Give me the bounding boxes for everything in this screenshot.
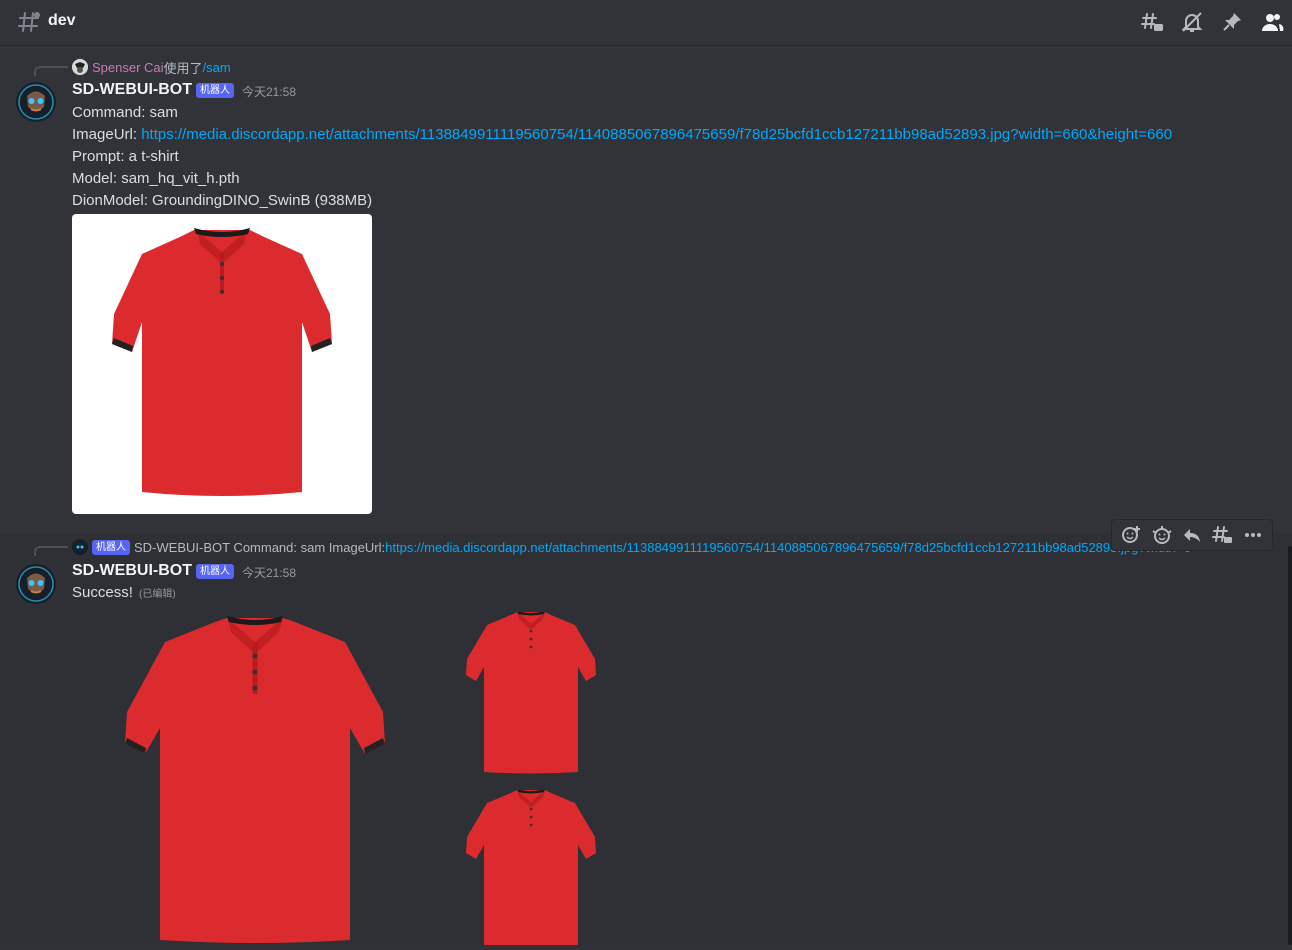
username[interactable]: SD-WEBUI-BOT xyxy=(72,81,192,99)
reply-bot-tag: 机器人 xyxy=(92,539,130,555)
channel-name: dev xyxy=(48,12,76,29)
reply-icon[interactable] xyxy=(1179,522,1205,548)
reply-used-label: 使用了 xyxy=(163,60,203,76)
author-line: SD-WEBUI-BOT 机器人 今天21:58 xyxy=(72,79,296,101)
reply-username[interactable]: Spenser Cai xyxy=(92,60,164,75)
content-imageurl: ImageUrl: https://media.discordapp.net/a… xyxy=(72,124,1172,146)
bot-tag: 机器人 xyxy=(195,563,234,579)
bot-tag: 机器人 xyxy=(195,82,234,98)
bot-avatar[interactable] xyxy=(16,82,56,122)
imageurl-label: ImageUrl: xyxy=(72,126,142,143)
content-model: Model: sam_hq_vit_h.pth xyxy=(72,170,240,187)
result-image-small-2[interactable] xyxy=(464,790,598,945)
content-success: Success! (已编辑) xyxy=(72,582,176,606)
add-reaction-icon[interactable] xyxy=(1118,522,1144,548)
reply-user-avatar xyxy=(72,59,88,75)
imageurl-link[interactable]: https://media.discordapp.net/attachments… xyxy=(141,126,1172,143)
content-prompt: Prompt: a t-shirt xyxy=(72,148,179,165)
edited-label: (已编辑) xyxy=(139,589,176,600)
result-image-small-1[interactable] xyxy=(464,612,598,774)
content-command: Command: sam xyxy=(72,104,178,121)
message-1: Spenser Cai 使用了 /sam SD-WEBUI-BOT 机器人 今天… xyxy=(0,46,1292,534)
timestamp[interactable]: 今天21:58 xyxy=(242,83,296,100)
reply-command[interactable]: /sam xyxy=(203,60,231,75)
success-text: Success! xyxy=(72,584,133,601)
channel-header: dev xyxy=(0,0,1292,46)
reply-connector xyxy=(34,66,68,76)
notifications-muted-icon[interactable] xyxy=(1180,10,1204,34)
reply-bot-avatar xyxy=(72,539,88,555)
pin-icon[interactable] xyxy=(1220,10,1244,34)
reply-preview[interactable]: 机器人 SD-WEBUI-BOT Command: sam ImageUrl: … xyxy=(72,538,1222,556)
author-line: SD-WEBUI-BOT 机器人 今天21:58 xyxy=(72,560,296,582)
super-reaction-icon[interactable] xyxy=(1149,522,1175,548)
member-list-icon[interactable] xyxy=(1260,10,1284,34)
reply-text: SD-WEBUI-BOT Command: sam ImageUrl: xyxy=(134,539,386,555)
reply-preview[interactable]: Spenser Cai 使用了 /sam xyxy=(72,58,231,76)
scrollbar[interactable] xyxy=(1288,46,1292,945)
reply-link[interactable]: https://media.discordapp.net/attachments… xyxy=(385,540,1191,555)
threads-icon[interactable] xyxy=(1140,10,1164,34)
reply-connector xyxy=(34,546,68,556)
more-icon[interactable] xyxy=(1240,522,1266,548)
content-dion-model: DionModel: GroundingDINO_SwinB (938MB) xyxy=(72,192,373,209)
create-thread-icon[interactable] xyxy=(1209,522,1235,548)
message-actions-toolbar xyxy=(1111,519,1273,551)
result-image-large[interactable] xyxy=(120,616,390,945)
tshirt-image xyxy=(112,228,332,496)
username[interactable]: SD-WEBUI-BOT xyxy=(72,562,192,580)
channel-hash-icon xyxy=(17,10,41,34)
message-2: 机器人 SD-WEBUI-BOT Command: sam ImageUrl: … xyxy=(0,534,1292,945)
bot-avatar[interactable] xyxy=(16,564,56,604)
header-toolbar xyxy=(1140,10,1284,34)
image-attachment[interactable] xyxy=(72,214,372,514)
timestamp[interactable]: 今天21:58 xyxy=(242,564,296,581)
